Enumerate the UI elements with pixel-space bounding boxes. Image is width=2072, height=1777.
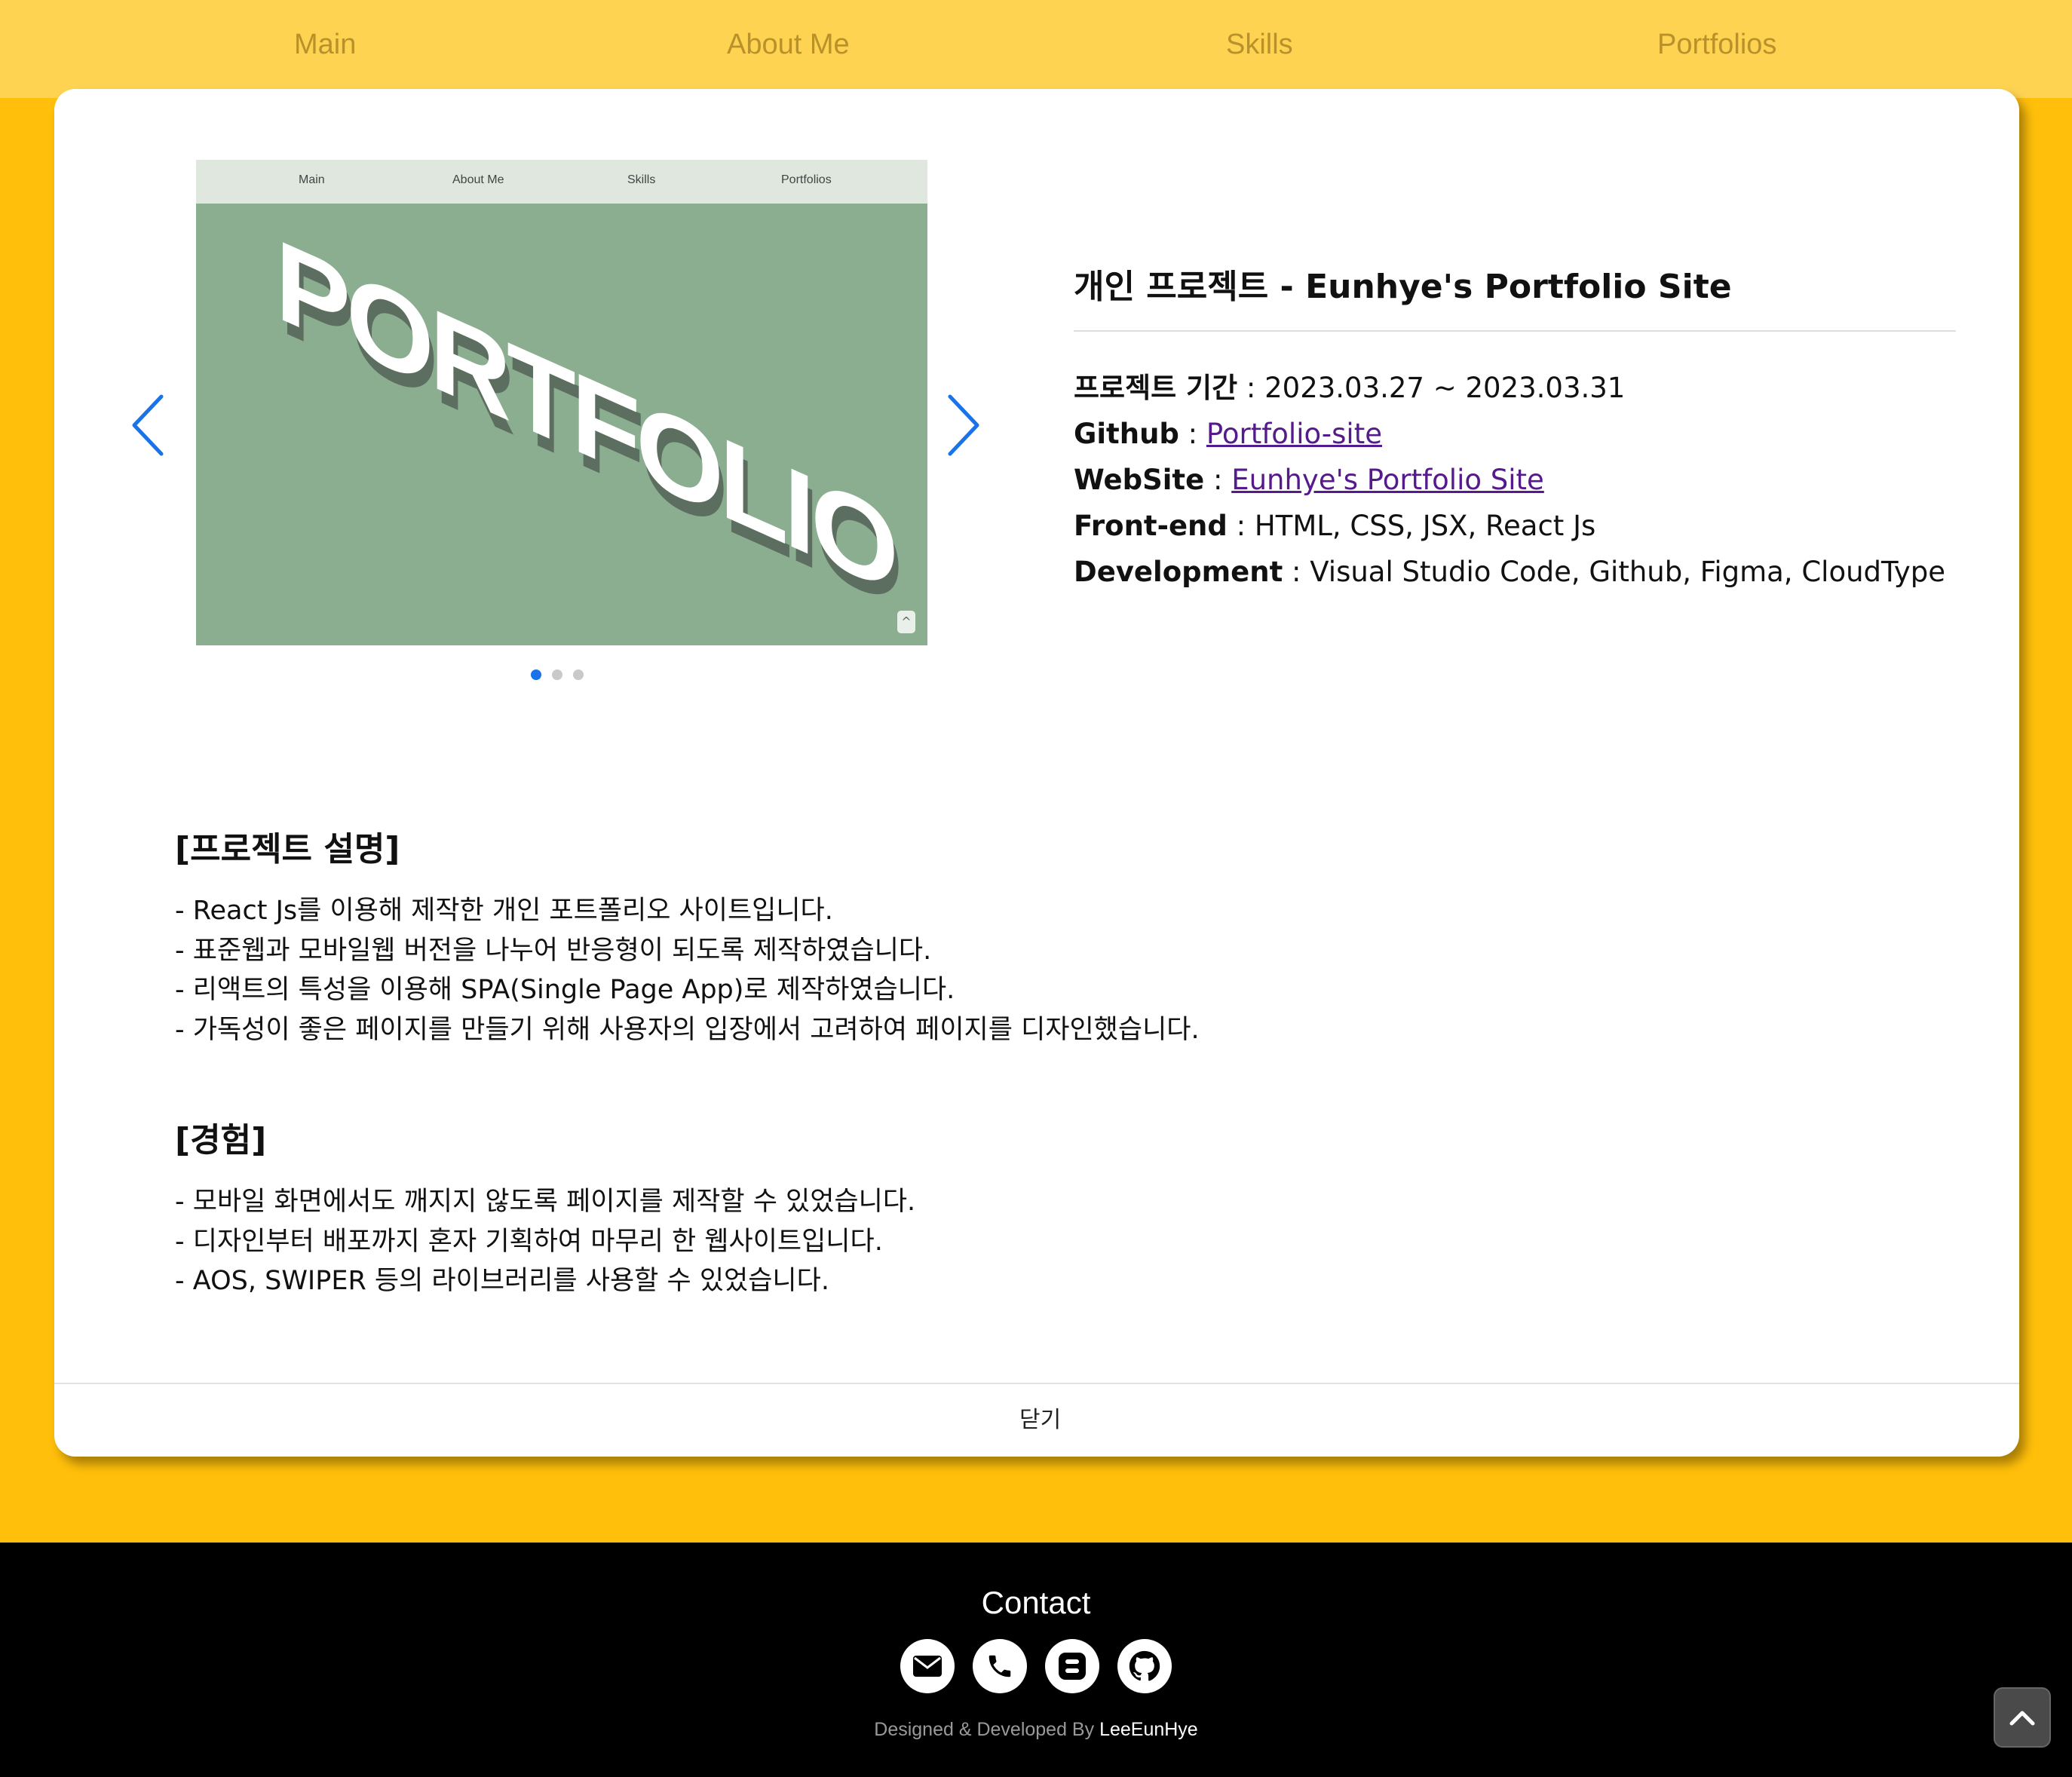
screenshot-top-button: ^	[897, 611, 915, 633]
screenshot-nav-item: Portfolios	[781, 173, 832, 186]
email-icon[interactable]	[900, 1639, 955, 1693]
nav-item-about-me[interactable]: About Me	[727, 29, 850, 61]
development-value: Visual Studio Code, Github, Figma, Cloud…	[1310, 556, 1946, 588]
slider-pagination	[531, 669, 584, 680]
development-label: Development	[1074, 556, 1283, 588]
project-modal: Main About Me Skills Portfolios PORTFOLI…	[54, 89, 2019, 1457]
phone-icon[interactable]	[973, 1639, 1027, 1693]
screenshot-nav-item: About Me	[452, 173, 504, 186]
experience-heading: [경험]	[175, 1121, 267, 1160]
experience-line: - 디자인부터 배포까지 혼자 기획하여 마무리 한 웹사이트입니다.	[175, 1226, 883, 1257]
screenshot-nav-item: Main	[299, 173, 325, 186]
nav-item-portfolios[interactable]: Portfolios	[1657, 29, 1776, 61]
credit-prefix: Designed & Developed By	[874, 1719, 1100, 1740]
contact-title: Contact	[981, 1585, 1091, 1620]
footer-credit: Designed & Developed By LeeEunHye	[0, 1719, 2072, 1741]
slider-next-button[interactable]	[946, 394, 982, 460]
pagination-dot[interactable]	[552, 669, 562, 680]
nav-item-main[interactable]: Main	[294, 29, 356, 61]
slider-prev-button[interactable]	[130, 394, 166, 460]
website-link[interactable]: Eunhye's Portfolio Site	[1231, 464, 1544, 496]
frontend-label: Front-end	[1074, 510, 1228, 542]
screenshot-nav-item: Skills	[627, 173, 656, 186]
chevron-right-icon	[948, 394, 979, 456]
github-label: Github	[1074, 418, 1179, 450]
description-line: - 가독성이 좋은 페이지를 만들기 위해 사용자의 입장에서 고려하여 페이지…	[175, 1014, 1200, 1045]
info-website: WebSite : Eunhye's Portfolio Site	[1074, 464, 1544, 496]
description-line: - 리액트의 특성을 이용해 SPA(Single Page App)로 제작하…	[175, 975, 955, 1005]
description-line: - React Js를 이용해 제작한 개인 포트폴리오 사이트입니다.	[175, 896, 833, 926]
screenshot-nav: Main About Me Skills Portfolios	[196, 160, 927, 204]
hero-graphic: PORTFOLIO PORTFOLIO	[275, 216, 899, 631]
contact-icons	[900, 1639, 1172, 1693]
website-label: WebSite	[1074, 464, 1205, 496]
chevron-up-icon	[2009, 1711, 2035, 1726]
experience-section: [경험] - 모바일 화면에서도 깨지지 않도록 페이지를 제작할 수 있었습니…	[175, 1113, 1909, 1301]
hero-text: PORTFOLIO	[275, 216, 894, 617]
modal-divider	[54, 1383, 2019, 1384]
project-title: 개인 프로젝트 - Eunhye's Portfolio Site	[1074, 259, 1956, 332]
credit-author: LeeEunHye	[1099, 1719, 1198, 1740]
project-slider[interactable]: Main About Me Skills Portfolios PORTFOLI…	[196, 160, 927, 645]
blog-icon[interactable]	[1045, 1639, 1099, 1693]
project-info: 개인 프로젝트 - Eunhye's Portfolio Site 프로젝트 기…	[1074, 259, 1956, 595]
chevron-left-icon	[132, 394, 164, 456]
description-heading: [프로젝트 설명]	[175, 830, 400, 869]
description-line: - 표준웹과 모바일웹 버전을 나누어 반응형이 되도록 제작하였습니다.	[175, 935, 932, 966]
period-label: 프로젝트 기간	[1074, 372, 1238, 404]
scroll-top-button[interactable]	[1994, 1687, 2051, 1748]
info-period: 프로젝트 기간 : 2023.03.27 ~ 2023.03.31	[1074, 372, 1626, 404]
nav-item-skills[interactable]: Skills	[1226, 29, 1293, 61]
github-link[interactable]: Portfolio-site	[1206, 418, 1382, 450]
info-frontend: Front-end : HTML, CSS, JSX, React Js	[1074, 510, 1596, 542]
experience-line: - 모바일 화면에서도 깨지지 않도록 페이지를 제작할 수 있었습니다.	[175, 1187, 916, 1217]
pagination-dot-active[interactable]	[531, 669, 541, 680]
description-section: [프로젝트 설명] - React Js를 이용해 제작한 개인 포트폴리오 사…	[175, 822, 1909, 1049]
info-github: Github : Portfolio-site	[1074, 418, 1382, 450]
screenshot-hero: PORTFOLIO PORTFOLIO ^	[196, 204, 927, 645]
info-development: Development : Visual Studio Code, Github…	[1074, 556, 1946, 588]
period-value: 2023.03.27 ~ 2023.03.31	[1264, 372, 1626, 404]
top-nav: Main About Me Skills Portfolios	[0, 0, 2072, 98]
experience-line: - AOS, SWIPER 등의 라이브러리를 사용할 수 있었습니다.	[175, 1266, 829, 1296]
pagination-dot[interactable]	[573, 669, 584, 680]
close-button[interactable]: 닫기	[1019, 1401, 1061, 1434]
github-icon[interactable]	[1117, 1639, 1172, 1693]
frontend-value: HTML, CSS, JSX, React Js	[1254, 510, 1596, 542]
footer: Contact Designed & Developed By LeeEunHy…	[0, 1543, 2072, 1777]
